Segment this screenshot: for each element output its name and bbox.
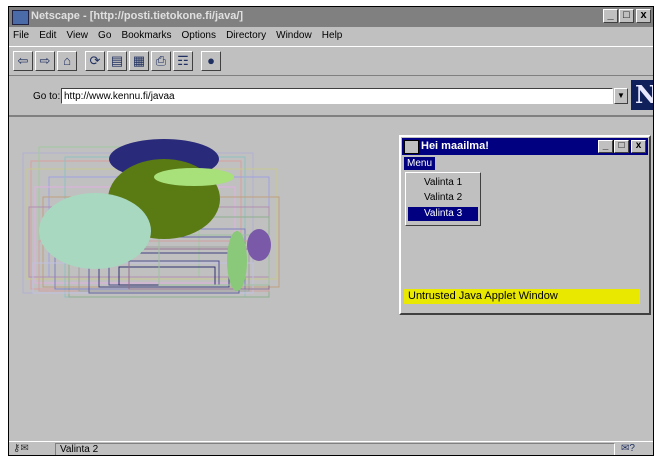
status-bar: ⚷✉ Valinta 2 ✉? [9, 441, 653, 455]
images-icon[interactable]: ▤ [107, 51, 127, 71]
applet-titlebar[interactable]: Hei maailma! _ □ x [402, 138, 648, 155]
close-button[interactable]: x [636, 9, 651, 23]
status-text: Valinta 2 [55, 443, 615, 455]
forward-icon[interactable]: ⇨ [35, 51, 55, 71]
menu-window[interactable]: Window [276, 30, 312, 41]
print-icon[interactable]: ⎙ [151, 51, 171, 71]
green-oval [227, 231, 247, 291]
menu-item-valinta-3[interactable]: Valinta 3 [408, 207, 478, 221]
lightgreen-ellipse [154, 168, 234, 186]
security-key-icon: ⚷✉ [13, 443, 29, 454]
netscape-app-icon[interactable] [12, 10, 29, 25]
menu-item-valinta-2[interactable]: Valinta 2 [408, 191, 478, 205]
url-input[interactable] [61, 88, 613, 104]
back-icon[interactable]: ⇦ [13, 51, 33, 71]
home-icon[interactable]: ⌂ [57, 51, 77, 71]
applet-title: Hei maailma! [421, 140, 489, 152]
find-icon[interactable]: ☶ [173, 51, 193, 71]
applet-minimize-button[interactable]: _ [598, 140, 613, 153]
menu-file[interactable]: File [13, 30, 29, 41]
location-bar: Go to: ▼ N [9, 77, 653, 117]
applet-maximize-button[interactable]: □ [614, 140, 629, 153]
navigation-toolbar: ⇦ ⇨ ⌂ ⟳ ▤ ▦ ⎙ ☶ ● [9, 46, 653, 76]
untrusted-applet-warning: Untrusted Java Applet Window [404, 289, 640, 304]
menu-item-valinta-1[interactable]: Valinta 1 [408, 176, 478, 190]
menu-bar: File Edit View Go Bookmarks Options Dire… [9, 28, 653, 45]
menu-go[interactable]: Go [98, 30, 111, 41]
reload-icon[interactable]: ⟳ [85, 51, 105, 71]
menu-help[interactable]: Help [322, 30, 343, 41]
maximize-button[interactable]: □ [619, 9, 634, 23]
menu-view[interactable]: View [66, 30, 88, 41]
mint-ellipse [39, 193, 151, 269]
url-dropdown-button[interactable]: ▼ [614, 88, 628, 104]
applet-menu[interactable]: Menu [404, 157, 436, 170]
java-graphics-applet [22, 139, 280, 298]
applet-dropdown-menu: Valinta 1 Valinta 2 Valinta 3 [405, 172, 481, 226]
applet-window: Hei maailma! _ □ x Menu Valinta 1 Valint… [399, 135, 651, 315]
menu-bookmarks[interactable]: Bookmarks [121, 30, 171, 41]
netscape-logo: N [631, 80, 653, 110]
window-title: Netscape - [http://posti.tietokone.fi/ja… [31, 10, 244, 22]
browser-window: Netscape - [http://posti.tietokone.fi/ja… [8, 6, 654, 456]
java-cup-icon[interactable] [404, 140, 419, 154]
location-label: Go to: [33, 91, 61, 102]
stop-icon[interactable]: ● [201, 51, 221, 71]
menu-options[interactable]: Options [182, 30, 216, 41]
mail-icon[interactable]: ✉? [621, 443, 635, 454]
open-icon[interactable]: ▦ [129, 51, 149, 71]
minimize-button[interactable]: _ [603, 9, 618, 23]
purple-oval [247, 229, 271, 261]
menu-directory[interactable]: Directory [226, 30, 266, 41]
menu-edit[interactable]: Edit [39, 30, 56, 41]
window-titlebar[interactable]: Netscape - [http://posti.tietokone.fi/ja… [9, 7, 653, 27]
applet-close-button[interactable]: x [631, 140, 646, 153]
